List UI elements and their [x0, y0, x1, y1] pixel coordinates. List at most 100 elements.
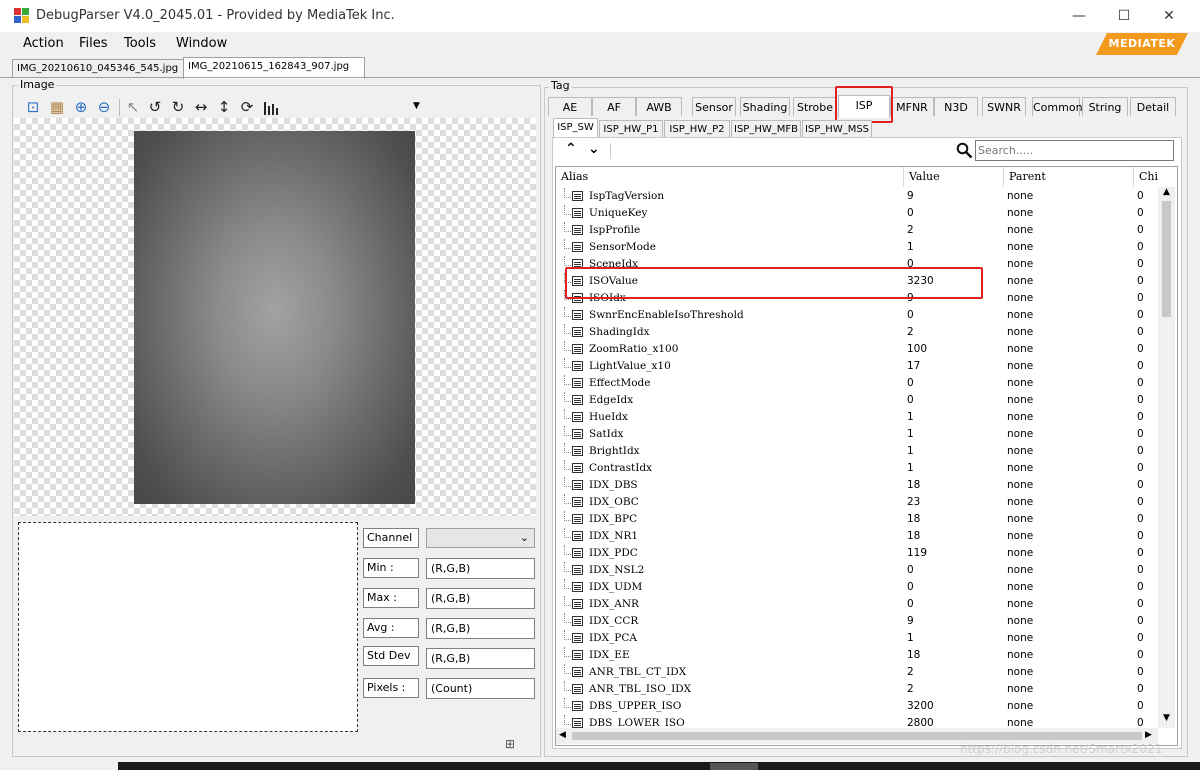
close-button[interactable]: ✕	[1146, 2, 1192, 30]
vertical-scrollbar[interactable]: ▲ ▼	[1158, 187, 1175, 728]
tab-mfnr[interactable]: MFNR	[890, 97, 934, 116]
column-header-parent[interactable]: Parent	[1004, 167, 1134, 187]
table-row[interactable]: IDX_PDC 119 none 0	[556, 545, 1158, 562]
tab-swnr[interactable]: SWNR	[982, 97, 1026, 116]
cell-value: 0	[907, 377, 914, 389]
table-row[interactable]: IDX_UDM 0 none 0	[556, 579, 1158, 596]
table-row[interactable]: IDX_BPC 18 none 0	[556, 511, 1158, 528]
resize-grip-icon[interactable]: ⊞	[505, 737, 515, 751]
scroll-down-icon[interactable]: ▼	[1163, 713, 1170, 723]
zoom-in-icon[interactable]: ⊕	[72, 98, 90, 116]
table-row[interactable]: IDX_DBS 18 none 0	[556, 477, 1158, 494]
menu-action[interactable]: Action	[23, 36, 64, 51]
scroll-up-icon[interactable]: ▲	[1163, 187, 1170, 197]
table-row[interactable]: EffectMode 0 none 0	[556, 375, 1158, 392]
cell-value: 18	[907, 649, 921, 661]
channel-select[interactable]: ⌄	[426, 528, 535, 548]
flip-horizontal-icon[interactable]: ↔	[192, 98, 210, 116]
leaf-node-icon	[572, 412, 583, 422]
mediatek-logo: MEDIATEK	[1096, 33, 1188, 55]
tab-shading[interactable]: Shading	[740, 97, 790, 116]
table-row[interactable]: ANR_TBL_CT_IDX 2 none 0	[556, 664, 1158, 681]
table-row[interactable]: IDX_PCA 1 none 0	[556, 630, 1158, 647]
refresh-icon[interactable]: ⟳	[238, 98, 256, 116]
stat-label-min: Min :	[363, 558, 419, 578]
scroll-right-icon[interactable]: ▶	[1145, 730, 1152, 740]
expand-all-icon[interactable]: ⌃	[565, 141, 577, 157]
tab-af[interactable]: AF	[592, 97, 636, 116]
maximize-button[interactable]: ☐	[1101, 2, 1147, 30]
taskbar-item[interactable]	[710, 763, 758, 770]
column-header-child[interactable]: Chi	[1134, 167, 1158, 187]
stat-label-stddev: Std Dev	[363, 646, 419, 666]
cell-child: 0	[1137, 649, 1144, 661]
subtab-isp-hw-mfb[interactable]: ISP_HW_MFB	[731, 120, 801, 137]
tab-sensor[interactable]: Sensor	[692, 97, 736, 116]
table-row[interactable]: IDX_EE 18 none 0	[556, 647, 1158, 664]
table-row[interactable]: UniqueKey 0 none 0	[556, 205, 1158, 222]
cell-child: 0	[1137, 275, 1144, 287]
flip-vertical-icon[interactable]: ↕	[215, 98, 233, 116]
leaf-node-icon	[572, 327, 583, 337]
table-row[interactable]: ZoomRatio_x100 100 none 0	[556, 341, 1158, 358]
column-header-alias[interactable]: Alias	[556, 167, 904, 187]
table-row[interactable]: ANR_TBL_ISO_IDX 2 none 0	[556, 681, 1158, 698]
search-input[interactable]	[975, 140, 1174, 161]
cell-child: 0	[1137, 428, 1144, 440]
table-row[interactable]: IDX_OBC 23 none 0	[556, 494, 1158, 511]
scroll-thumb[interactable]	[1162, 201, 1171, 317]
table-row[interactable]: SensorMode 1 none 0	[556, 239, 1158, 256]
menu-tools[interactable]: Tools	[124, 36, 156, 51]
minimize-button[interactable]: —	[1056, 2, 1102, 30]
table-row[interactable]: IDX_ANR 0 none 0	[556, 596, 1158, 613]
table-row[interactable]: ShadingIdx 2 none 0	[556, 324, 1158, 341]
histogram-icon[interactable]	[263, 100, 279, 115]
table-row[interactable]: IDX_NR1 18 none 0	[556, 528, 1158, 545]
subtab-isp-sw[interactable]: ISP_SW	[553, 118, 598, 138]
table-row[interactable]: BrightIdx 1 none 0	[556, 443, 1158, 460]
leaf-node-icon	[572, 191, 583, 201]
fit-screen-icon[interactable]: ⊡	[24, 98, 42, 116]
cell-child: 0	[1137, 462, 1144, 474]
table-row[interactable]: ContrastIdx 1 none 0	[556, 460, 1158, 477]
table-row[interactable]: SatIdx 1 none 0	[556, 426, 1158, 443]
rotate-left-icon[interactable]: ↺	[146, 98, 164, 116]
table-row[interactable]: IspTagVersion 9 none 0	[556, 188, 1158, 205]
column-header-value[interactable]: Value	[904, 167, 1004, 187]
table-row[interactable]: IspProfile 2 none 0	[556, 222, 1158, 239]
window-title: DebugParser V4.0_2045.01 - Provided by M…	[36, 8, 395, 23]
table-row[interactable]: IDX_NSL2 0 none 0	[556, 562, 1158, 579]
collapse-all-icon[interactable]: ⌄	[588, 141, 600, 157]
table-row[interactable]: HueIdx 1 none 0	[556, 409, 1158, 426]
table-row[interactable]: SwnrEncEnableIsoThreshold 0 none 0	[556, 307, 1158, 324]
subtab-isp-hw-mss[interactable]: ISP_HW_MSS	[802, 120, 872, 137]
cell-parent: none	[1007, 564, 1034, 576]
file-tab-2[interactable]: IMG_20210615_162843_907.jpg	[183, 57, 365, 79]
tab-detail[interactable]: Detail	[1130, 97, 1176, 116]
cell-child: 0	[1137, 666, 1144, 678]
pointer-icon[interactable]: ↖	[124, 98, 142, 116]
thumbnail-icon[interactable]: ▦	[48, 98, 66, 116]
file-tab-1[interactable]: IMG_20210610_045346_545.jpg	[12, 59, 190, 78]
toolbar-separator	[119, 99, 120, 116]
scroll-left-icon[interactable]: ◀	[559, 730, 566, 740]
subtab-isp-hw-p1[interactable]: ISP_HW_P1	[599, 120, 663, 137]
table-row[interactable]: IDX_CCR 9 none 0	[556, 613, 1158, 630]
tab-string[interactable]: String	[1082, 97, 1128, 116]
zoom-out-icon[interactable]: ⊖	[95, 98, 113, 116]
dropdown-arrow-icon[interactable]: ▼	[413, 101, 420, 111]
menu-files[interactable]: Files	[79, 36, 108, 51]
tab-common[interactable]: Common	[1032, 97, 1083, 116]
table-row[interactable]: EdgeIdx 0 none 0	[556, 392, 1158, 409]
tab-awb[interactable]: AWB	[636, 97, 682, 116]
tag-toolbar-separator	[610, 143, 611, 159]
tab-ae[interactable]: AE	[548, 97, 592, 116]
hscroll-thumb[interactable]	[572, 732, 1142, 740]
table-row[interactable]: DBS_UPPER_ISO 3200 none 0	[556, 698, 1158, 715]
menu-window[interactable]: Window	[176, 36, 227, 51]
rotate-right-icon[interactable]: ↻	[169, 98, 187, 116]
subtab-isp-hw-p2[interactable]: ISP_HW_P2	[664, 120, 730, 137]
table-row[interactable]: LightValue_x10 17 none 0	[556, 358, 1158, 375]
tab-strobe[interactable]: Strobe	[793, 97, 837, 116]
tab-n3d[interactable]: N3D	[934, 97, 978, 116]
